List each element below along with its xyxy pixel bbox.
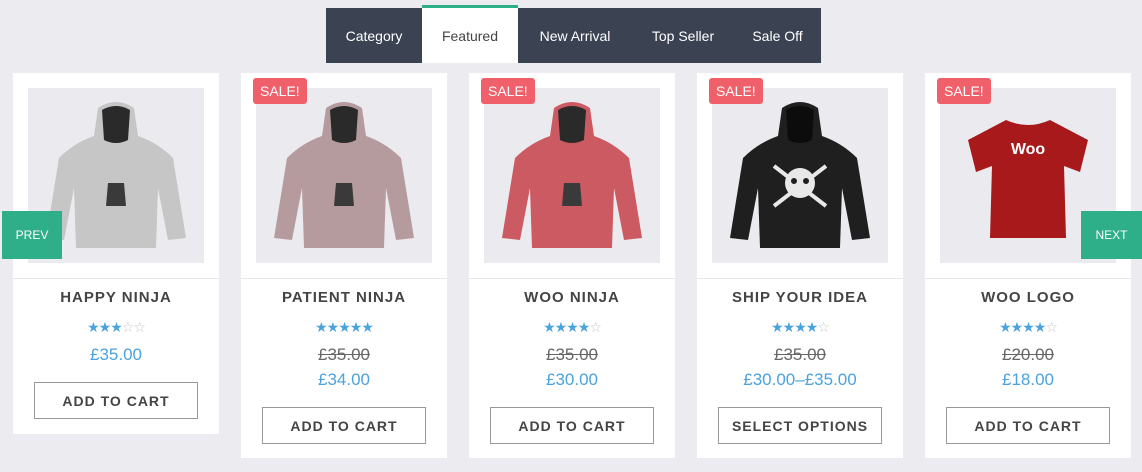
add-to-cart-button[interactable]: ADD TO CART [946, 407, 1110, 444]
svg-text:Woo: Woo [1011, 141, 1046, 158]
product-card: SALE! SHIP YOUR IDEA ★★★★☆ £35.00 £30.00… [697, 73, 903, 458]
sale-badge: SALE! [253, 78, 307, 104]
product-price: £30.00–£35.00 [743, 370, 857, 389]
hoodie-mauve-image [274, 102, 414, 248]
divider [469, 278, 675, 279]
tab-top-seller[interactable]: Top Seller [632, 8, 734, 63]
rating-stars: ★★★★☆ [543, 319, 602, 335]
rating-stars: ★★★☆☆ [87, 319, 146, 335]
divider [925, 278, 1131, 279]
sale-badge: SALE! [937, 78, 991, 104]
prev-button[interactable]: PREV [2, 211, 62, 259]
product-image[interactable] [484, 88, 660, 263]
next-button[interactable]: NEXT [1081, 211, 1142, 259]
hoodie-red-image [502, 102, 642, 248]
add-to-cart-button[interactable]: ADD TO CART [490, 407, 654, 444]
add-to-cart-button[interactable]: ADD TO CART [34, 382, 198, 419]
divider [13, 278, 219, 279]
sale-badge: SALE! [709, 78, 763, 104]
product-name[interactable]: HAPPY NINJA [13, 289, 219, 306]
divider [697, 278, 903, 279]
product-card: Woo SALE! WOO LOGO ★★★★☆ £20.00 £18.00 A… [925, 73, 1131, 458]
category-tabs: Category Featured New Arrival Top Seller… [326, 5, 821, 63]
old-price: £35.00 [318, 345, 370, 364]
product-price: £30.00 [546, 370, 598, 389]
tab-category[interactable]: Category [326, 8, 422, 63]
product-card: SALE! WOO NINJA ★★★★☆ £35.00 £30.00 ADD … [469, 73, 675, 458]
select-options-button[interactable]: SELECT OPTIONS [718, 407, 882, 444]
tab-sale-off[interactable]: Sale Off [734, 8, 821, 63]
product-price: £18.00 [1002, 370, 1054, 389]
product-name[interactable]: SHIP YOUR IDEA [697, 289, 903, 306]
add-to-cart-button[interactable]: ADD TO CART [262, 407, 426, 444]
rating-stars: ★★★★★ [315, 319, 374, 335]
rating-stars: ★★★★☆ [999, 319, 1058, 335]
old-price: £35.00 [774, 345, 826, 364]
product-name[interactable]: WOO LOGO [925, 289, 1131, 306]
tab-featured[interactable]: Featured [422, 5, 518, 63]
product-price: £34.00 [318, 370, 370, 389]
product-price: £35.00 [90, 345, 142, 364]
rating-stars: ★★★★☆ [771, 319, 830, 335]
product-image[interactable] [712, 88, 888, 263]
product-name[interactable]: PATIENT NINJA [241, 289, 447, 306]
old-price: £20.00 [1002, 345, 1054, 364]
product-card: SALE! PATIENT NINJA ★★★★★ £35.00 £34.00 … [241, 73, 447, 458]
sale-badge: SALE! [481, 78, 535, 104]
old-price: £35.00 [546, 345, 598, 364]
divider [241, 278, 447, 279]
tab-new-arrival[interactable]: New Arrival [518, 8, 632, 63]
product-name[interactable]: WOO NINJA [469, 289, 675, 306]
product-image[interactable] [256, 88, 432, 263]
hoodie-black-image [730, 102, 870, 248]
